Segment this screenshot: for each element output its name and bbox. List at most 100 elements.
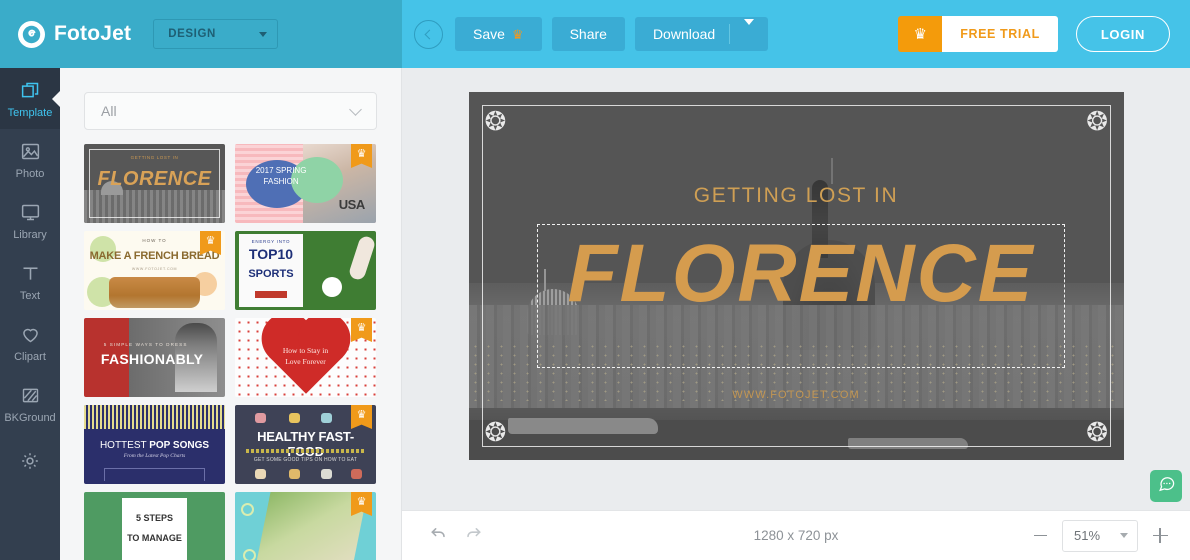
chevron-left-icon [424, 29, 435, 39]
thumb-frame [89, 149, 220, 218]
brand-logo[interactable]: FotoJet [18, 20, 132, 48]
layers-icon [20, 79, 41, 103]
template-panel: All GETTING LOST IN FLORENCE 2017 SPRING… [60, 68, 402, 560]
canvas-caption-url[interactable]: WWW.FOTOJET.COM [469, 389, 1124, 401]
caret-down-icon [259, 31, 268, 37]
corner-ornament-icon: ❂ [484, 106, 507, 136]
save-button[interactable]: Save ♛ [455, 17, 542, 51]
template-thumb-title2: SPORTS [248, 268, 294, 281]
chat-support-button[interactable] [1150, 470, 1182, 502]
template-thumb-title: How to Stay in Love Forever [235, 346, 376, 367]
sidebar-item-text[interactable]: Text [0, 251, 60, 312]
thumb-art [84, 405, 225, 429]
template-thumb-spring-fashion[interactable]: 2017 SPRING FASHION USA ♛ [235, 144, 376, 223]
sidebar-item-bkground[interactable]: BKGround [0, 373, 60, 434]
share-button-label: Share [569, 26, 607, 42]
top-header: FotoJet DESIGN Save ♛ Share Download ♛ F… [0, 0, 1190, 68]
template-thumb-healthy-fast-food[interactable]: HEALTHY FAST-FOOD GET SOME GOOD TIPS ON … [235, 405, 376, 484]
zoom-in-button[interactable] [1150, 526, 1170, 546]
template-thumb-title: TOP10 [248, 246, 293, 263]
monitor-icon [20, 201, 41, 225]
text-t-icon [20, 262, 41, 286]
template-thumb-title: HEALTHY FAST-FOOD [257, 428, 354, 459]
free-trial-label: FREE TRIAL [942, 16, 1058, 52]
template-panel-scroll[interactable]: All GETTING LOST IN FLORENCE 2017 SPRING… [60, 68, 401, 560]
thumb-art [240, 503, 254, 517]
sidebar-item-clipart[interactable]: Clipart [0, 312, 60, 373]
download-button[interactable]: Download [635, 26, 729, 42]
login-button[interactable]: LOGIN [1075, 16, 1170, 52]
image-icon [20, 140, 41, 164]
sidebar-item-label: BKGround [4, 411, 56, 424]
download-button-group: Download [634, 17, 769, 51]
thumb-art [321, 412, 332, 423]
thumb-art [288, 412, 300, 423]
template-filter-value: All [101, 103, 117, 119]
thumb-art [254, 412, 266, 423]
sidebar-item-photo[interactable]: Photo [0, 129, 60, 190]
zoom-out-button[interactable] [1030, 526, 1050, 546]
corner-ornament-icon: ❂ [1085, 416, 1108, 446]
template-thumb-title: FASHIONABLY [100, 351, 204, 368]
template-thumb-love-forever[interactable]: How to Stay in Love Forever ♛ [235, 318, 376, 397]
login-button-label: LOGIN [1100, 26, 1145, 42]
canvas-caption-top[interactable]: GETTING LOST IN [469, 184, 1124, 208]
gear-icon [19, 450, 41, 477]
download-dropdown-button[interactable] [730, 19, 768, 43]
zoom-controls: 51% [1030, 519, 1170, 552]
canvas-stage[interactable]: ❂ ❂ ❂ ❂ GETTING LOST IN FLORENCE WWW.FOT… [402, 68, 1190, 510]
undo-arrow-icon [429, 523, 449, 548]
thumb-art [109, 276, 200, 309]
template-thumb-title-line2: Love Forever [285, 356, 326, 366]
template-thumb-title-line1: How to Stay in [282, 346, 329, 356]
template-thumb-title: 5 STEPS [135, 512, 173, 523]
canvas-headline-text: FLORENCE [567, 228, 1035, 320]
thumb-art [322, 277, 343, 298]
zoom-level-dropdown[interactable]: 51% [1062, 519, 1138, 552]
thumb-art [246, 449, 365, 454]
template-thumb-five-steps[interactable]: 5 STEPS TO MANAGE [84, 492, 225, 560]
caret-down-icon [1120, 533, 1128, 538]
chevron-down-icon [349, 102, 362, 116]
thumb-art [347, 234, 376, 282]
design-dropdown[interactable]: DESIGN [153, 19, 279, 49]
template-filter-dropdown[interactable]: All [84, 92, 377, 130]
template-thumb-sub: WWW.FOTOJET.COM [131, 266, 178, 271]
template-thumb-florence[interactable]: GETTING LOST IN FLORENCE [84, 144, 225, 223]
template-thumb-accent: USA [338, 196, 365, 212]
template-thumb-top10-sports[interactable]: ENERGY INTO TOP10 SPORTS [235, 231, 376, 310]
sidebar-item-library[interactable]: Library [0, 190, 60, 251]
redo-button[interactable] [456, 519, 490, 553]
spiral-logo-icon [18, 20, 45, 48]
free-trial-button[interactable]: ♛ FREE TRIAL [898, 16, 1058, 52]
settings-button[interactable] [0, 434, 60, 492]
sidebar-item-template[interactable]: Template [0, 68, 60, 129]
template-grid: GETTING LOST IN FLORENCE 2017 SPRING FAS… [60, 144, 401, 560]
template-thumb-title2: TO MANAGE [127, 533, 182, 544]
caret-down-icon [744, 19, 755, 42]
template-thumb-french-bread[interactable]: HOW TO MAKE A FRENCH BREAD WWW.FOTOJET.C… [84, 231, 225, 310]
design-canvas[interactable]: ❂ ❂ ❂ ❂ GETTING LOST IN FLORENCE WWW.FOT… [468, 92, 1124, 460]
sidebar-item-label: Clipart [14, 350, 46, 363]
plus-icon [1152, 528, 1168, 543]
share-button[interactable]: Share [551, 17, 625, 51]
thumb-art [254, 291, 288, 299]
template-thumb-title: 2017 SPRING FASHION [255, 166, 307, 186]
sidebar-item-label: Text [19, 289, 41, 302]
template-thumb-fashionably[interactable]: 5 SIMPLE WAYS TO DRESS FASHIONABLY [84, 318, 225, 397]
thumb-art [254, 469, 266, 480]
fotojet-editor: FotoJet DESIGN Save ♛ Share Download ♛ F… [0, 0, 1190, 560]
canvas-headline-element[interactable]: FLORENCE [537, 224, 1065, 368]
design-dropdown-label: DESIGN [168, 28, 216, 40]
template-thumb-pop-songs[interactable]: HOTTEST POP SONGS From the Latest Pop Ch… [84, 405, 225, 484]
thumb-art [288, 469, 300, 480]
header-brand-area: FotoJet DESIGN [0, 0, 402, 68]
left-sidebar: Template Photo Library Text Clipart BKGr… [0, 68, 60, 560]
template-thumb-title: HOTTEST POP SONGS [84, 440, 225, 451]
sidebar-item-label: Template [7, 106, 53, 119]
undo-button[interactable] [422, 519, 456, 553]
back-button[interactable] [414, 19, 443, 49]
brand-name: FotoJet [54, 22, 132, 45]
template-thumb-family-outdoor[interactable]: ♛ [235, 492, 376, 560]
thumb-art [321, 469, 332, 480]
